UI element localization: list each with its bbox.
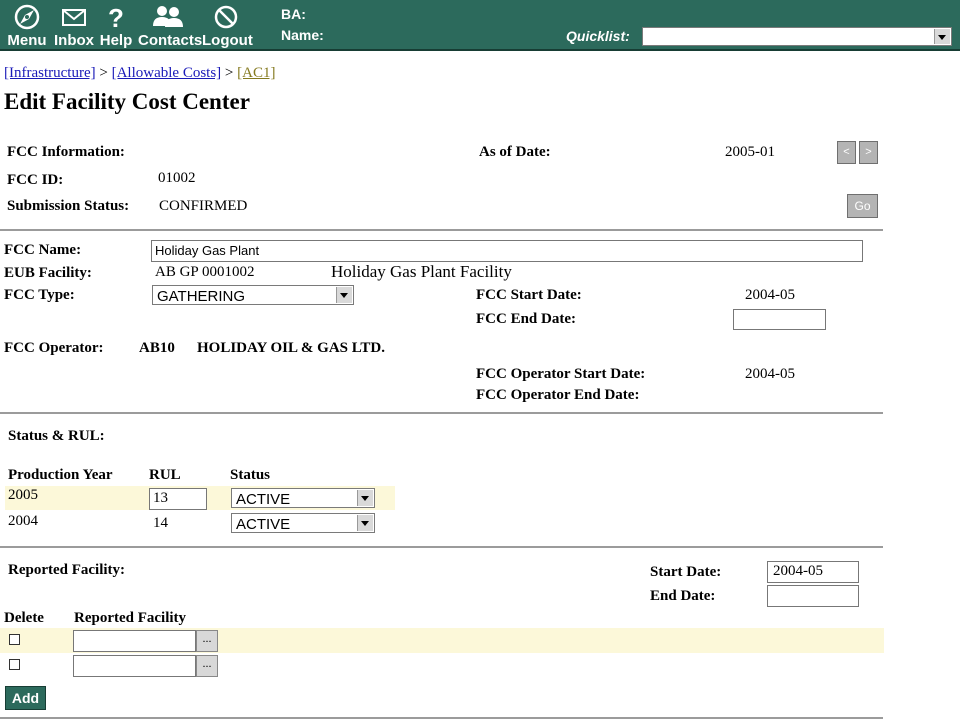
fcc-end-date-input[interactable] [733, 309, 826, 330]
status-select[interactable]: ACTIVE [231, 488, 375, 508]
fcc-information-label: FCC Information: [7, 144, 125, 160]
lookup-ellipsis-button[interactable]: ... [196, 630, 218, 652]
breadcrumb: [Infrastructure] > [Allowable Costs] > [… [4, 65, 275, 82]
fcc-type-label: FCC Type: [4, 287, 75, 303]
as-of-date-value: 2005-01 [725, 144, 775, 160]
add-button[interactable]: Add [5, 686, 46, 710]
contacts-label: Contacts [138, 32, 203, 49]
chevron-down-icon[interactable] [934, 29, 950, 44]
column-header-rul: RUL [149, 467, 181, 483]
help-label: Help [99, 32, 133, 49]
help-button[interactable]: ? Help [98, 4, 134, 49]
divider [0, 229, 883, 231]
chevron-down-icon[interactable] [357, 490, 373, 506]
go-button[interactable]: Go [847, 194, 878, 218]
previous-date-button[interactable]: < [837, 141, 856, 164]
submission-status-label: Submission Status: [7, 198, 130, 214]
end-date-label: End Date: [650, 588, 716, 604]
status-rul-label: Status & RUL: [8, 428, 105, 444]
fcc-operator-name: HOLIDAY OIL & GAS LTD. [197, 340, 385, 356]
delete-checkbox[interactable] [9, 659, 20, 670]
inbox-button[interactable]: Inbox [54, 4, 94, 49]
logout-button[interactable]: Logout [202, 4, 253, 49]
reported-facility-input[interactable] [73, 630, 196, 652]
start-date-label: Start Date: [650, 564, 722, 580]
breadcrumb-ac1[interactable]: [AC1] [237, 65, 275, 81]
eub-facility-code: AB GP 0001002 [155, 264, 255, 280]
delete-checkbox[interactable] [9, 634, 20, 645]
inbox-label: Inbox [54, 32, 94, 49]
fcc-name-label: FCC Name: [4, 242, 82, 258]
next-date-button[interactable]: > [859, 141, 878, 164]
page-title: Edit Facility Cost Center [4, 89, 250, 114]
chevron-down-icon[interactable] [336, 287, 352, 303]
contacts-button[interactable]: Contacts [138, 4, 203, 49]
menu-label: Menu [7, 32, 47, 49]
breadcrumb-separator: > [224, 65, 234, 81]
eub-facility-label: EUB Facility: [4, 265, 92, 281]
as-of-date-label: As of Date: [479, 144, 551, 160]
eub-facility-name: Holiday Gas Plant Facility [331, 262, 512, 281]
fcc-end-date-label: FCC End Date: [476, 311, 576, 327]
fcc-name-input[interactable]: Holiday Gas Plant [151, 240, 863, 262]
production-year-cell: 2004 [8, 513, 38, 529]
status-select[interactable]: ACTIVE [231, 513, 375, 533]
status-value: ACTIVE [236, 516, 291, 533]
contacts-people-icon [153, 6, 183, 27]
top-navigation-bar: Menu Inbox ? Help Contacts Logout BA: Na… [0, 0, 960, 51]
ba-label: BA: [281, 6, 306, 22]
fcc-operator-end-date-label: FCC Operator End Date: [476, 387, 640, 403]
question-mark-icon: ? [108, 4, 124, 30]
fcc-id-label: FCC ID: [7, 172, 64, 188]
name-label: Name: [281, 27, 324, 43]
fcc-operator-label: FCC Operator: [4, 340, 104, 356]
divider [0, 546, 883, 548]
divider [0, 412, 883, 414]
rul-cell: 14 [153, 515, 168, 531]
logout-label: Logout [202, 32, 253, 49]
reported-facility-section-label: Reported Facility: [8, 562, 126, 578]
fcc-operator-start-date-value: 2004-05 [745, 366, 795, 382]
rul-input[interactable]: 13 [149, 488, 207, 510]
fcc-operator-start-date-label: FCC Operator Start Date: [476, 366, 646, 382]
end-date-input[interactable] [767, 585, 859, 607]
submission-status-value: CONFIRMED [159, 198, 248, 214]
fcc-start-date-label: FCC Start Date: [476, 287, 582, 303]
menu-button[interactable]: Menu [6, 4, 48, 49]
fcc-start-date-value: 2004-05 [745, 287, 795, 303]
lookup-ellipsis-button[interactable]: ... [196, 655, 218, 677]
breadcrumb-allowable-costs[interactable]: [Allowable Costs] [112, 65, 222, 81]
envelope-icon [62, 9, 86, 26]
chevron-down-icon[interactable] [357, 515, 373, 531]
column-header-delete: Delete [4, 610, 44, 626]
compass-icon [14, 4, 40, 30]
fcc-type-value: GATHERING [157, 288, 246, 305]
divider [0, 717, 883, 719]
column-header-status: Status [230, 467, 271, 483]
status-value: ACTIVE [236, 491, 291, 508]
quicklist-label: Quicklist: [566, 28, 630, 44]
breadcrumb-infrastructure[interactable]: [Infrastructure] [4, 65, 96, 81]
breadcrumb-separator: > [99, 65, 108, 81]
reported-facility-input[interactable] [73, 655, 196, 677]
svg-text:?: ? [108, 4, 124, 30]
quicklist-select[interactable] [642, 27, 952, 46]
fcc-operator-code: AB10 [139, 340, 175, 356]
column-header-reported-facility: Reported Facility [74, 610, 187, 626]
fcc-type-select[interactable]: GATHERING [152, 285, 354, 305]
start-date-input[interactable]: 2004-05 [767, 561, 859, 583]
fcc-id-value: 01002 [158, 170, 196, 186]
column-header-production-year: Production Year [8, 467, 113, 483]
logout-no-sign-icon [214, 5, 238, 29]
production-year-cell: 2005 [8, 487, 38, 503]
